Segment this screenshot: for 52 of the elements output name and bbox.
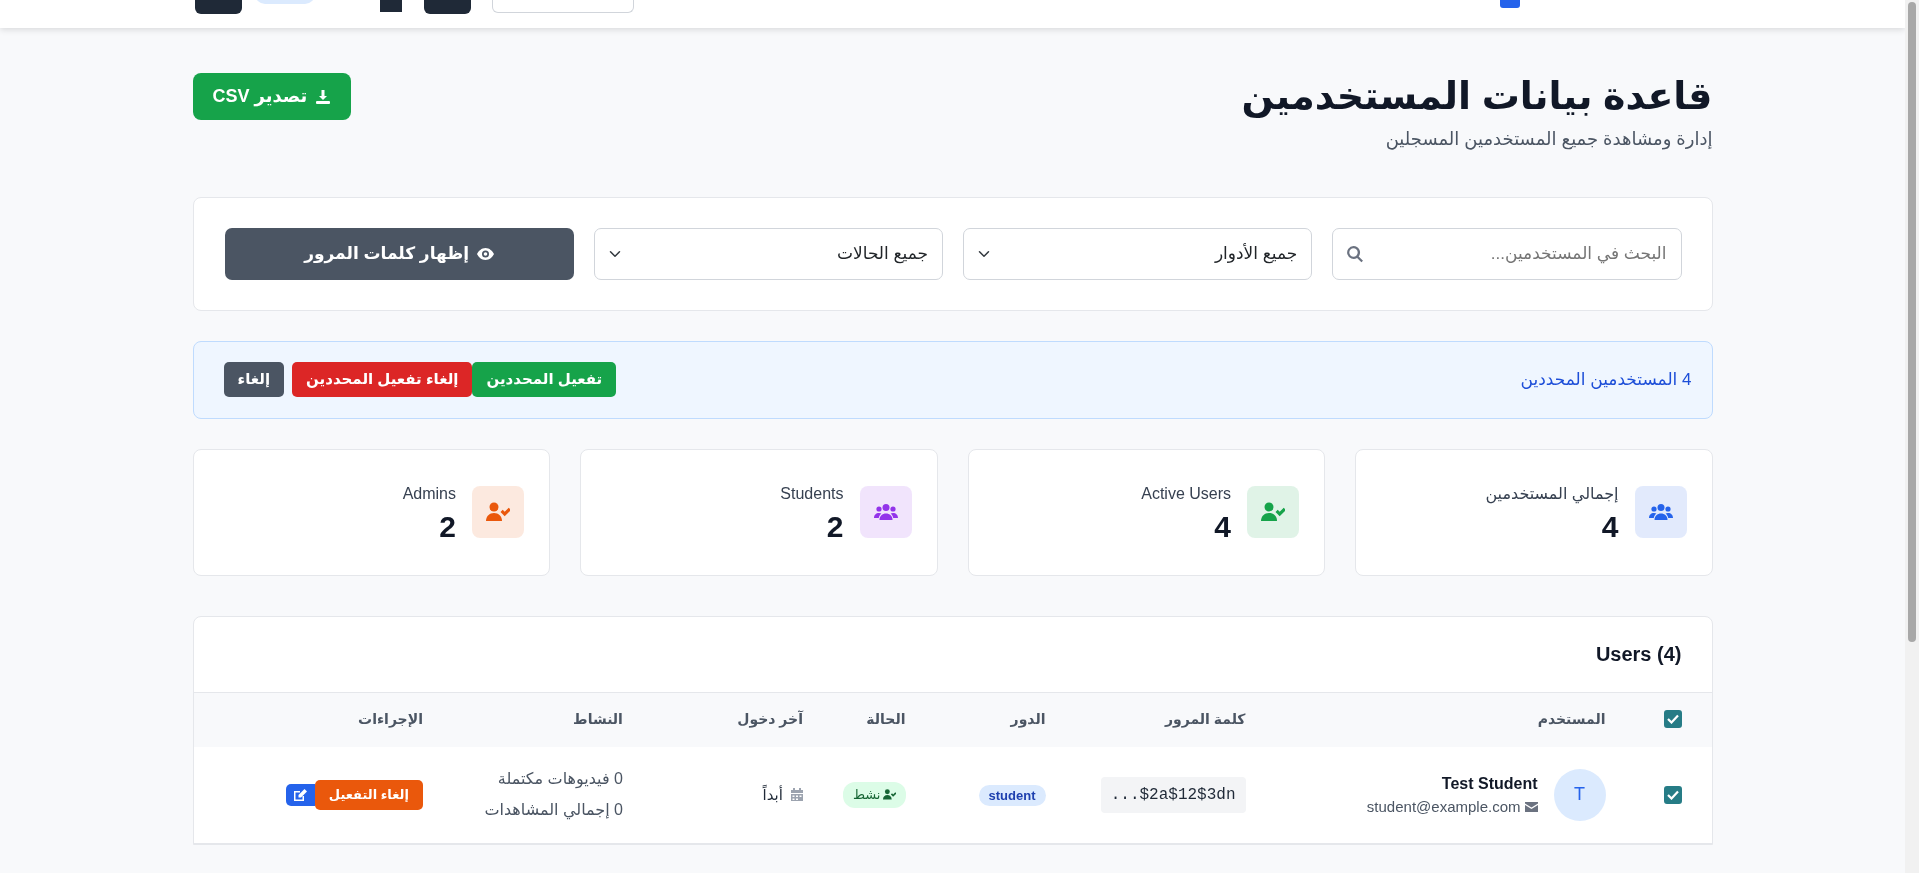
user-name: Test Student xyxy=(1440,773,1538,794)
cancel-button[interactable]: إلغاء xyxy=(223,362,285,397)
edit-button[interactable] xyxy=(285,783,315,806)
selected-count: 4 المستخدمين المحددين xyxy=(1520,368,1692,391)
column-header: المستخدم xyxy=(1537,711,1606,728)
column-header: كلمة المرور xyxy=(1164,711,1246,728)
stat-value: 2 xyxy=(438,512,456,543)
column-header: الدور xyxy=(1010,711,1046,728)
avatar: T xyxy=(1553,768,1606,821)
stat-value: 2 xyxy=(825,512,844,543)
show-passwords-button[interactable]: إظهار كلمات المرور xyxy=(224,227,574,280)
status-badge: نشط xyxy=(842,782,906,808)
last-login: أبداً xyxy=(762,783,783,805)
search-field[interactable]: البحث في المستخدمين... xyxy=(1332,227,1682,280)
status-select[interactable]: جميع الحالات xyxy=(593,227,943,280)
calendar-icon xyxy=(790,788,803,802)
column-header: آخر دخول xyxy=(737,711,803,728)
user-email: student@example.com xyxy=(1366,796,1521,817)
stat-label: Active Users xyxy=(1141,484,1231,505)
select-all-checkbox[interactable] xyxy=(1663,710,1682,729)
envelope-icon xyxy=(1524,801,1538,812)
stat-value: 4 xyxy=(1600,512,1619,543)
password-hash: ...$2a$12$3dn xyxy=(1100,776,1246,813)
users-icon xyxy=(1648,503,1673,522)
search-icon xyxy=(1346,244,1365,263)
user-check-icon xyxy=(1261,502,1285,523)
page-title: قاعدة بيانات المستخدمين xyxy=(1241,74,1713,120)
table-title: Users (4) xyxy=(1595,642,1682,668)
page-subtitle: إدارة ومشاهدة جميع المستخدمين المسجلين xyxy=(1384,127,1713,152)
column-header: الإجراءات xyxy=(358,711,423,728)
deactivate-button[interactable]: إلغاء التفعيل xyxy=(314,780,423,810)
stat-value: 4 xyxy=(1213,512,1231,543)
activity-stat: 0 فيديوهات مكتملة xyxy=(496,769,623,790)
activity-stat: 0 إجمالي المشاهدات xyxy=(483,799,623,822)
users-icon xyxy=(873,503,898,522)
download-icon xyxy=(315,88,332,105)
column-header: الحالة xyxy=(866,711,906,728)
user-check-icon xyxy=(486,502,510,523)
row-checkbox[interactable] xyxy=(1663,785,1682,804)
edit-icon xyxy=(293,788,307,801)
role-badge: student xyxy=(978,784,1046,806)
checkmark-icon xyxy=(1666,714,1679,725)
role-select[interactable]: جميع الأدوار xyxy=(963,227,1313,280)
stat-label: Students xyxy=(780,484,844,505)
stat-label: إجمالي المستخدمين xyxy=(1485,484,1619,506)
eye-icon xyxy=(477,247,495,260)
checkmark-icon xyxy=(1666,789,1679,800)
stat-label: Admins xyxy=(402,484,456,505)
deactivate-selected-button[interactable]: إلغاء تفعيل المحددين xyxy=(292,362,473,397)
column-header: النشاط xyxy=(573,711,623,728)
user-check-icon xyxy=(882,789,896,801)
scrollbar[interactable] xyxy=(1905,0,1919,873)
